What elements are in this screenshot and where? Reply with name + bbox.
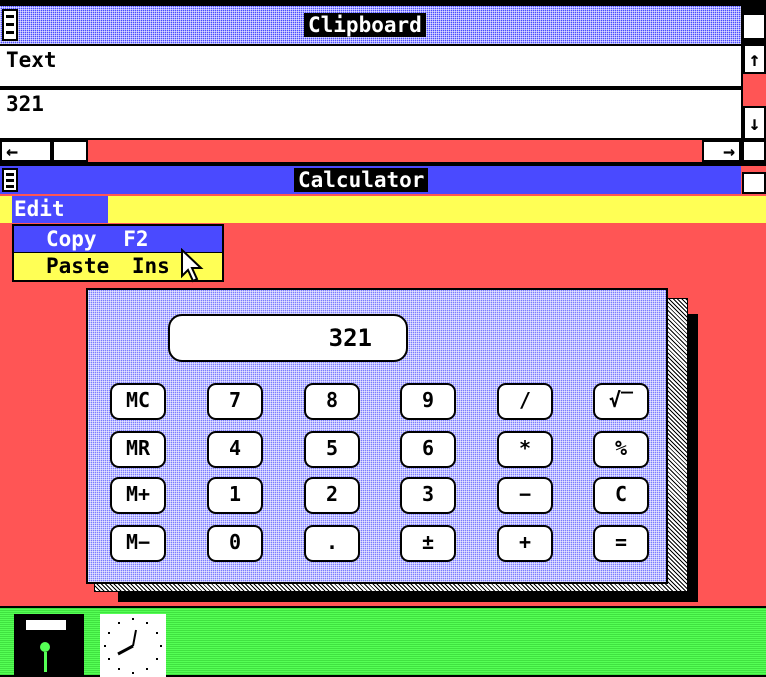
key-multiply[interactable]: * — [497, 431, 553, 468]
key-1[interactable]: 1 — [207, 477, 263, 514]
key-3[interactable]: 3 — [400, 477, 456, 514]
scroll-down-arrow-icon[interactable]: ↓ — [743, 106, 766, 140]
mouse-pointer-icon — [181, 248, 204, 283]
calculator-menu-bar: Edit — [0, 196, 766, 223]
menu-edit-label: Edit — [14, 197, 65, 221]
key-percent[interactable]: % — [593, 431, 649, 468]
scroll-right-arrow-icon[interactable]: → — [702, 140, 741, 162]
clipboard-hscroll-track[interactable]: ← → — [0, 140, 741, 162]
key-2[interactable]: 2 — [304, 477, 360, 514]
scroll-left-arrow-icon[interactable]: ← — [0, 140, 52, 162]
calculator-window: Calculator Edit Copy F2 Paste Ins 321 MC… — [0, 166, 766, 606]
key-divide[interactable]: / — [497, 383, 553, 420]
key-m-minus[interactable]: M− — [110, 525, 166, 562]
clock-icon[interactable] — [100, 614, 166, 677]
key-clear[interactable]: C — [593, 477, 649, 514]
key-7[interactable]: 7 — [207, 383, 263, 420]
key-mc[interactable]: MC — [110, 383, 166, 420]
menu-item-copy-label: Copy — [46, 227, 97, 251]
key-4[interactable]: 4 — [207, 431, 263, 468]
calculator-minimize-icon[interactable] — [742, 172, 766, 194]
clipboard-vscroll-track[interactable]: ↑ ↓ — [741, 44, 766, 140]
menu-item-paste-label: Paste — [46, 254, 110, 278]
clipboard-system-menu-button[interactable] — [2, 9, 18, 41]
disk-icon[interactable] — [14, 614, 84, 677]
clipboard-format-label: Text — [0, 44, 741, 88]
clipboard-content: 321 — [0, 88, 741, 140]
menu-edit[interactable]: Edit — [12, 196, 108, 223]
calculator-title: Calculator — [294, 168, 429, 192]
key-6[interactable]: 6 — [400, 431, 456, 468]
key-m-plus[interactable]: M+ — [110, 477, 166, 514]
display-value: 321 — [328, 324, 372, 352]
calculator-display: 321 — [168, 314, 408, 362]
key-9[interactable]: 9 — [400, 383, 456, 420]
scroll-up-arrow-icon[interactable]: ↑ — [743, 44, 766, 74]
clipboard-window: Clipboard Text 321 ↑ ↓ ← → — [0, 0, 766, 166]
key-add[interactable]: + — [497, 525, 553, 562]
key-mr[interactable]: MR — [110, 431, 166, 468]
clipboard-size-icon[interactable] — [742, 13, 766, 40]
key-sqrt[interactable]: √‾ — [593, 383, 649, 420]
key-8[interactable]: 8 — [304, 383, 360, 420]
hscroll-thumb[interactable] — [52, 140, 88, 162]
key-decimal[interactable]: . — [304, 525, 360, 562]
key-0[interactable]: 0 — [207, 525, 263, 562]
icon-area — [0, 606, 766, 677]
calculator-keypad — [0, 166, 1, 167]
menu-item-copy-shortcut: F2 — [123, 227, 149, 251]
calculator-system-menu-button[interactable] — [2, 168, 18, 192]
clipboard-size-corner-icon — [742, 140, 766, 162]
key-plus-minus[interactable]: ± — [400, 525, 456, 562]
clipboard-title: Clipboard — [304, 13, 426, 37]
key-subtract[interactable]: − — [497, 477, 553, 514]
key-equals[interactable]: = — [593, 525, 649, 562]
key-5[interactable]: 5 — [304, 431, 360, 468]
menu-item-paste-shortcut: Ins — [131, 254, 170, 278]
